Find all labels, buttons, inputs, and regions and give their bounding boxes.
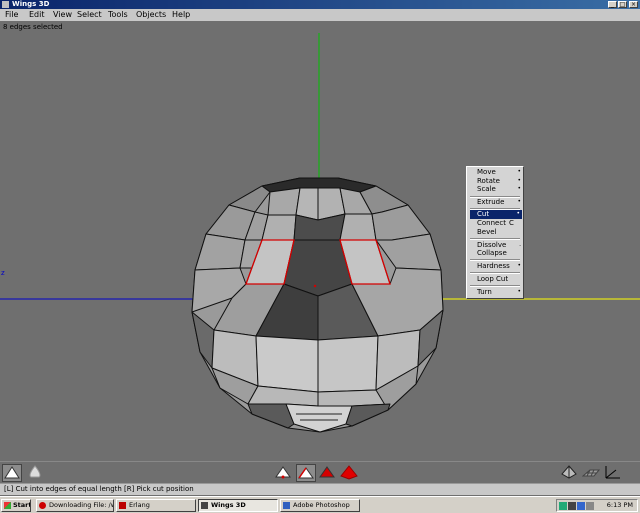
menu-help[interactable]: Help (172, 10, 190, 20)
erlang-icon (119, 502, 126, 509)
menu-item-turn[interactable]: Turn • (467, 288, 523, 297)
vertex-select-icon (275, 466, 291, 479)
menu-item-scale[interactable]: Scale • (467, 185, 523, 194)
menu-item-loop-cut[interactable]: Loop Cut (467, 275, 523, 284)
menu-separator (470, 285, 520, 287)
maximize-button[interactable]: □ (618, 1, 627, 8)
shaded-cone-icon (29, 465, 41, 478)
grid-icon (581, 469, 601, 477)
flat-shading-button[interactable] (26, 464, 46, 482)
browser-icon (39, 502, 46, 509)
menu-item-extrude[interactable]: Extrude • (467, 198, 523, 207)
close-button[interactable]: × (629, 1, 638, 8)
taskbar: Start Downloading File: /wings/... Erlan… (0, 496, 640, 513)
menu-file[interactable]: File (5, 10, 18, 20)
taskbar-button-wings3d[interactable]: Wings 3D (198, 499, 278, 512)
3d-viewport[interactable]: y z (0, 33, 640, 461)
axes-icon (605, 466, 620, 479)
edge-mode-button[interactable] (296, 464, 316, 482)
info-line: 8 edges selected (0, 21, 640, 33)
wireframe-cone-icon (4, 466, 20, 479)
connect-shortcut: C (509, 219, 514, 227)
utility-icon[interactable] (586, 502, 594, 510)
z-axis-label: z (1, 269, 5, 277)
taskbar-button-photoshop[interactable]: Adobe Photoshop (280, 499, 360, 512)
menu-item-move[interactable]: Move • (467, 168, 523, 177)
menu-item-cut[interactable]: Cut • (470, 210, 522, 219)
menu-separator (470, 238, 520, 240)
groundplane-toggle-button[interactable] (581, 464, 602, 482)
menu-separator (470, 259, 520, 261)
taskbar-button-erlang[interactable]: Erlang (116, 499, 196, 512)
clock[interactable]: 6:13 PM (607, 500, 633, 511)
menu-separator (470, 272, 520, 274)
menu-item-bevel[interactable]: Bevel (467, 228, 523, 237)
window-title: Wings 3D (12, 0, 50, 8)
face-mode-button[interactable] (318, 464, 338, 482)
monitor-icon[interactable] (577, 502, 585, 510)
network-icon[interactable] (559, 502, 567, 510)
edge-select-icon (298, 467, 314, 479)
body-select-icon (340, 465, 358, 480)
bottom-toolbar (0, 461, 640, 484)
start-button[interactable]: Start (1, 499, 31, 512)
menu-item-connect[interactable]: Connect C (467, 219, 523, 228)
taskbar-button-download[interactable]: Downloading File: /wings/... (36, 499, 114, 512)
app-icon (2, 1, 9, 8)
photoshop-icon (283, 502, 290, 509)
context-menu: Move • Rotate • Scale • Extrude • Cut • Conne… (466, 166, 524, 299)
status-line: [L] Cut into edges of equal length [R] P… (0, 483, 640, 495)
selection-info: 8 edges selected (3, 23, 63, 31)
menu-select[interactable]: Select (77, 10, 102, 20)
status-text: [L] Cut into edges of equal length [R] P… (4, 485, 194, 493)
menu-objects[interactable]: Objects (136, 10, 166, 20)
perspective-toggle-button[interactable] (560, 464, 580, 482)
menu-view[interactable]: View (53, 10, 72, 20)
menu-item-collapse[interactable]: Collapse (467, 249, 523, 258)
smooth-shading-button[interactable] (2, 464, 22, 482)
system-tray: 6:13 PM (556, 499, 638, 512)
body-mode-button[interactable] (340, 464, 360, 482)
volume-icon[interactable] (568, 502, 576, 510)
menu-edit[interactable]: Edit (29, 10, 45, 20)
vertex-mode-button[interactable] (274, 464, 294, 482)
minimize-button[interactable]: _ (608, 1, 617, 8)
windows-logo-icon (4, 502, 11, 509)
pyramid-icon (561, 465, 577, 479)
center-marker (313, 284, 317, 288)
menu-tools[interactable]: Tools (108, 10, 128, 20)
face-select-icon (319, 466, 335, 478)
title-bar: Wings 3D _ □ × (0, 0, 640, 9)
axes-toggle-button[interactable] (604, 464, 624, 482)
sphere-model (191, 177, 444, 433)
menu-item-hardness[interactable]: Hardness • (467, 262, 523, 271)
wings-icon (201, 502, 208, 509)
